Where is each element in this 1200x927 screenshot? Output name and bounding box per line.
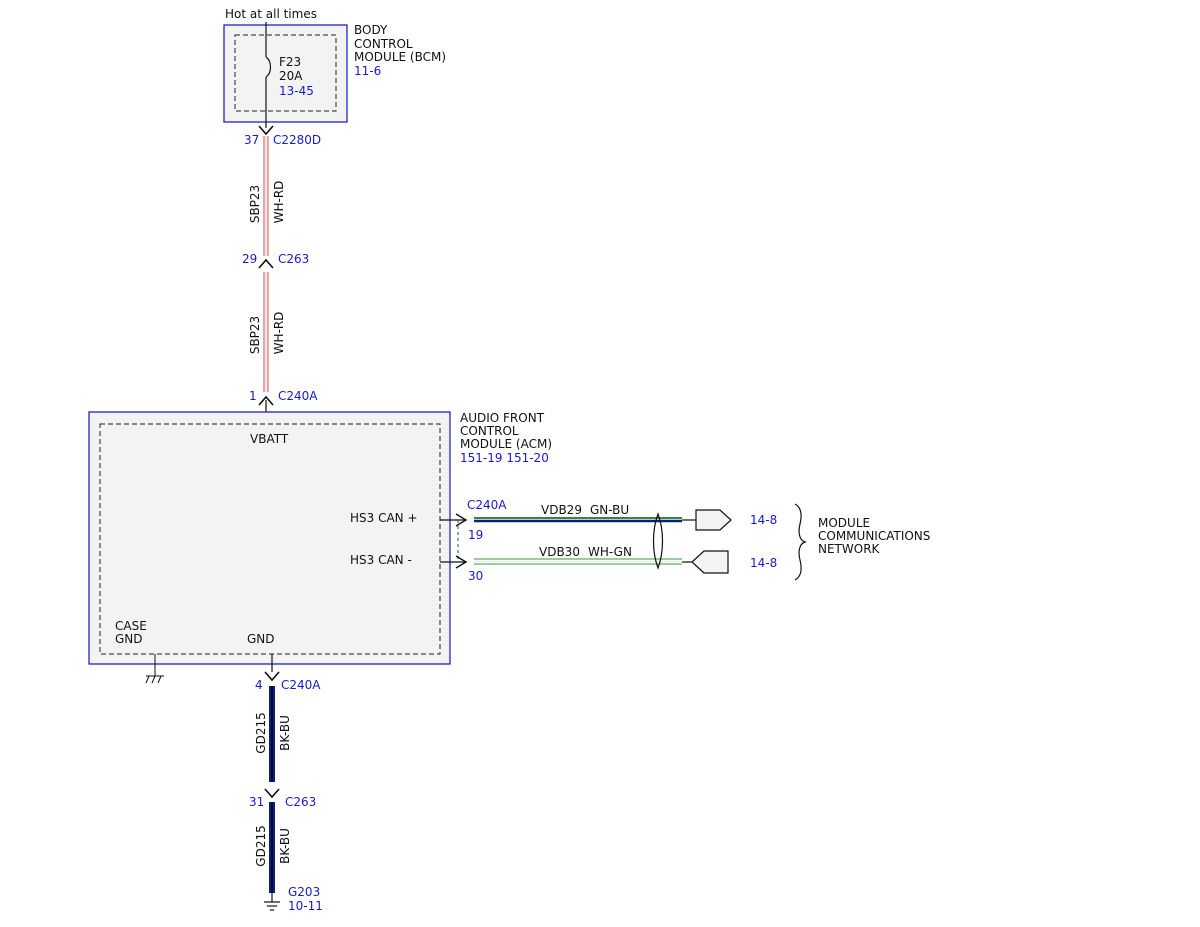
acm-can-minus-label: HS3 CAN - bbox=[350, 553, 412, 567]
can-plus-pin: 19 bbox=[468, 528, 483, 542]
wiring-diagram: Hot at all times F23 20A 13-45 BODY CONT… bbox=[88, 7, 930, 913]
network-line-1: MODULE bbox=[818, 516, 870, 530]
bcm-name-line-3: MODULE (BCM) bbox=[354, 50, 446, 64]
acm-gnd-label: GND bbox=[247, 632, 275, 646]
wire2-circuit-label: SBP23 bbox=[248, 316, 262, 354]
acm-name-line-3: MODULE (ACM) bbox=[460, 437, 552, 451]
can-minus-ref: 14-8 bbox=[750, 556, 777, 570]
c240a-pin4-label: C240A bbox=[281, 678, 321, 692]
can-minus-pin: 30 bbox=[468, 569, 483, 583]
ground-g203-icon bbox=[264, 901, 280, 911]
can-plus-ref: 14-8 bbox=[750, 513, 777, 527]
vdb30-color-label: WH-GN bbox=[588, 545, 632, 559]
c240a-pin1-label: C240A bbox=[278, 389, 318, 403]
acm-vbatt-label: VBATT bbox=[250, 432, 289, 446]
c240a-pin4-number: 4 bbox=[255, 678, 263, 692]
wire2-color-label: WH-RD bbox=[272, 312, 286, 355]
c2280d-pin: 37 bbox=[244, 133, 259, 147]
fuse-id: F23 bbox=[279, 55, 301, 69]
c240a-pin1-number: 1 bbox=[249, 389, 257, 403]
connector-c240a-pin4-symbol bbox=[264, 671, 280, 682]
acm-refs: 151-19 151-20 bbox=[460, 451, 549, 465]
acm-case-gnd-line-1: CASE bbox=[115, 619, 147, 633]
wire1-color-label: WH-RD bbox=[272, 181, 286, 224]
network-line-2: COMMUNICATIONS bbox=[818, 529, 930, 543]
network-line-3: NETWORK bbox=[818, 542, 881, 556]
ground-color-label-1: BK-BU bbox=[278, 715, 292, 751]
ground-point-ref: 10-11 bbox=[288, 899, 323, 913]
vdb29-color-label: GN-BU bbox=[590, 503, 629, 517]
can-plus-offpage-icon bbox=[695, 509, 732, 531]
vdb29-circuit-label: VDB29 bbox=[541, 503, 582, 517]
bcm-name-line-1: BODY bbox=[354, 23, 388, 37]
c263-lower-label: C263 bbox=[285, 795, 316, 809]
ground-color-label-2: BK-BU bbox=[278, 828, 292, 864]
network-brace bbox=[794, 503, 807, 581]
acm-case-gnd-line-2: GND bbox=[115, 632, 143, 646]
can-connector-label: C240A bbox=[467, 498, 507, 512]
bcm-feed-note: Hot at all times bbox=[225, 7, 317, 21]
c263-upper-pin: 29 bbox=[242, 252, 257, 266]
connector-c263-lower-symbol bbox=[264, 788, 280, 799]
c263-upper-label: C263 bbox=[278, 252, 309, 266]
c263-lower-pin: 31 bbox=[249, 795, 264, 809]
ground-circuit-label-1: GD215 bbox=[254, 712, 268, 753]
bcm-name-line-2: CONTROL bbox=[354, 37, 413, 51]
fuse-ref: 13-45 bbox=[279, 84, 314, 98]
vdb30-circuit-label: VDB30 bbox=[539, 545, 580, 559]
connector-c263-upper-symbol bbox=[258, 258, 274, 269]
acm-name-line-2: CONTROL bbox=[460, 424, 519, 438]
ground-circuit-label-2: GD215 bbox=[254, 825, 268, 866]
wire1-circuit-label: SBP23 bbox=[248, 185, 262, 223]
case-ground-icon bbox=[145, 675, 164, 684]
c2280d-label: C2280D bbox=[273, 133, 321, 147]
acm-can-plus-label: HS3 CAN + bbox=[350, 511, 418, 525]
acm-name-line-1: AUDIO FRONT bbox=[460, 411, 545, 425]
bcm-ref: 11-6 bbox=[354, 64, 381, 78]
ground-point-label: G203 bbox=[288, 885, 320, 899]
can-minus-offpage-icon bbox=[691, 550, 729, 574]
fuse-rating: 20A bbox=[279, 69, 303, 83]
